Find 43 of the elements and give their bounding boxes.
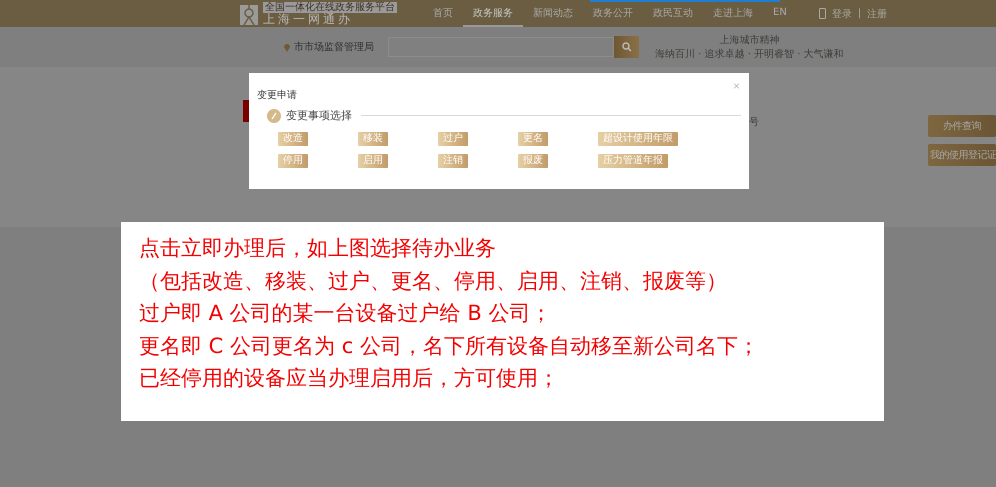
option-button[interactable]: 报废 — [518, 154, 548, 168]
close-button[interactable]: × — [732, 79, 740, 93]
option-button[interactable]: 超设计使用年限 — [598, 132, 678, 146]
option-button[interactable]: 改造 — [278, 132, 308, 146]
nav-tab[interactable]: 政民互动 — [643, 0, 703, 27]
nav-tab[interactable]: 走进上海 — [703, 0, 763, 27]
annotation-text: 点击立即办理后，如上图选择待办业务 — [139, 235, 497, 262]
search-icon — [622, 42, 632, 52]
side-button[interactable]: 我的使用登记证 — [928, 144, 996, 166]
dialog-title: 变更申请 — [257, 88, 297, 102]
register-link[interactable]: 注册 — [867, 6, 888, 20]
nav-tab[interactable]: 政务服务 — [463, 0, 523, 27]
option-button[interactable]: 过户 — [438, 132, 468, 146]
search-field[interactable] — [388, 37, 614, 57]
site-name: 上海一网通办 — [263, 12, 354, 26]
city-motto: 上海城市精神 — [719, 34, 780, 47]
option-button[interactable]: 更名 — [518, 132, 548, 146]
section-title: 变更事项选择 — [286, 108, 352, 123]
login-link[interactable]: 登录 — [832, 6, 852, 20]
location-selector[interactable]: 市市场监督管理局 — [284, 40, 374, 54]
phone-icon[interactable] — [818, 8, 826, 19]
city-motto-subtitle: 海纳百川 · 追求卓越 · 开明睿智 · 大气谦和 — [655, 48, 844, 61]
nav-tab[interactable]: 新闻动态 — [523, 0, 583, 27]
nav-tab[interactable]: 首页 — [423, 0, 463, 27]
site-tagline: 全国一体化在线政务服务平台 — [263, 2, 397, 12]
nav-tab[interactable]: EN — [763, 0, 797, 27]
search-button[interactable] — [614, 36, 639, 58]
annotation-text: 更名即 C 公司更名为 c 公司，名下所有设备自动移至新公司名下； — [139, 332, 760, 360]
annotation-text: （包括改造、移装、过户、更名、停用、启用、注销、报废等） — [139, 268, 728, 294]
nav-tab[interactable]: 政务公开 — [583, 0, 643, 27]
option-button[interactable]: 压力管道年报 — [598, 154, 668, 168]
option-button[interactable]: 停用 — [278, 154, 308, 168]
pen-icon — [267, 108, 281, 122]
option-button[interactable]: 注销 — [438, 154, 468, 168]
location-pin-icon — [284, 42, 290, 52]
background-text: 号 — [749, 116, 759, 129]
side-button[interactable]: 办件查询 — [928, 115, 996, 137]
option-button[interactable]: 启用 — [358, 154, 388, 168]
option-button[interactable]: 移装 — [358, 132, 388, 146]
annotation-text: 已经停用的设备应当办理启用后，方可使用； — [139, 365, 560, 392]
link-divider: | — [858, 8, 862, 19]
logo-icon — [240, 2, 258, 24]
annotation-text: 过户即 A 公司的某一台设备过户给 B 公司； — [139, 300, 552, 327]
